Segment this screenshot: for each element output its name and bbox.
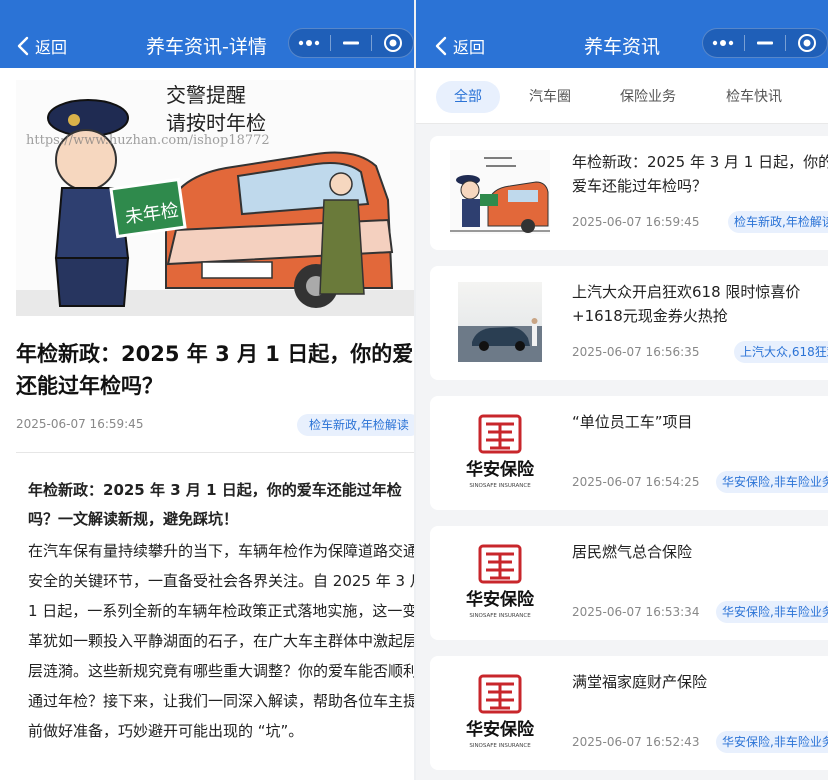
news-thumbnail: 华安保险 SINOSAFE INSURANCE — [450, 540, 550, 624]
news-title: 居民燃气总合保险 — [572, 543, 693, 561]
chevron-left-icon — [17, 36, 29, 56]
target-close-icon — [797, 34, 816, 52]
watermark-text: https://www.huzhan.com/ishop18772 — [26, 133, 270, 148]
article-body: 在汽车保有量持续攀升的当下，车辆年检作为保障道路交通安全的关键环节，一直备受社会… — [28, 542, 414, 740]
article-lead: 年检新政：2025 年 3 月 1 日起，你的爱车还能过年检吗？一文解读新规，避… — [28, 481, 402, 528]
close-miniprogram-button[interactable] — [372, 29, 413, 57]
article-date: 2025-06-07 16:59:45 — [16, 417, 144, 431]
minus-icon — [757, 41, 773, 45]
sinosafe-logo: 华安保险 SINOSAFE INSURANCE — [466, 674, 535, 749]
news-title: 年检新政：2025 年 3 月 1 日起，你的爱车还能过年检吗？ — [572, 153, 828, 195]
target-close-icon — [383, 34, 402, 52]
logo-cn: 华安保险 — [466, 459, 535, 480]
detail-navbar: 返回 养车资讯-详情 — [0, 0, 414, 68]
news-tags: 华安保险,非车险业务 — [716, 471, 828, 493]
chevron-left-icon — [435, 36, 447, 56]
news-item[interactable]: 上汽大众开启狂欢618 限时惊喜价+1618元现金券火热抢 2025-06-07… — [430, 266, 828, 380]
news-item[interactable]: 华安保险 SINOSAFE INSURANCE 满堂福家庭财产保险 2025-0… — [430, 656, 828, 770]
close-miniprogram-button[interactable] — [786, 29, 827, 57]
list-navbar: 返回 养车资讯 — [416, 0, 828, 68]
minimize-button[interactable] — [331, 29, 372, 57]
hero-caption-line2: 请按时年检 — [166, 111, 266, 135]
news-item[interactable]: 华安保险 SINOSAFE INSURANCE 居民燃气总合保险 2025-06… — [430, 526, 828, 640]
minimize-button[interactable] — [745, 29, 786, 57]
more-dots-icon — [713, 40, 734, 46]
news-item[interactable]: 华安保险 SINOSAFE INSURANCE “单位员工车”项目 2025-0… — [430, 396, 828, 510]
logo-cn: 华安保险 — [466, 719, 535, 740]
tab-inspection-news[interactable]: 检车快讯 — [726, 81, 782, 113]
sinosafe-logo: 华安保险 SINOSAFE INSURANCE — [466, 414, 535, 489]
news-date: 2025-06-07 16:52:43 — [572, 735, 700, 749]
news-title: 满堂福家庭财产保险 — [572, 673, 708, 691]
police-car-illustration: 未年检 交警提醒 请按时年检 — [16, 80, 414, 316]
news-thumbnail: 华安保险 SINOSAFE INSURANCE — [450, 670, 550, 754]
more-button[interactable] — [703, 29, 744, 57]
tab-car-circle[interactable]: 汽车圈 — [529, 81, 571, 113]
news-title: “单位员工车”项目 — [572, 413, 693, 431]
miniprogram-capsule — [288, 28, 414, 58]
detail-screen: 返回 养车资讯-详情 未年检 交警提醒 请按时年检 https://www.hu… — [0, 0, 414, 780]
article-tags[interactable]: 检车新政,年检解读 — [297, 414, 414, 436]
news-thumbnail — [450, 280, 550, 364]
logo-cn: 华安保险 — [466, 589, 535, 610]
logo-en: SINOSAFE INSURANCE — [469, 483, 531, 489]
page-title: 养车资讯-详情 — [146, 36, 267, 58]
article-content: 年检新政：2025 年 3 月 1 日起，你的爱车还能过年检吗？一文解读新规，避… — [28, 476, 414, 746]
sinosafe-logo: 华安保险 SINOSAFE INSURANCE — [466, 544, 535, 619]
back-button[interactable]: 返回 — [16, 34, 67, 58]
news-date: 2025-06-07 16:53:34 — [572, 605, 700, 619]
news-date: 2025-06-07 16:56:35 — [572, 345, 700, 359]
logo-en: SINOSAFE INSURANCE — [469, 613, 531, 619]
news-tags: 检车新政,年检解读 — [728, 211, 828, 233]
news-item[interactable]: 年检新政：2025 年 3 月 1 日起，你的爱车还能过年检吗？ 2025-06… — [430, 136, 828, 250]
category-tabs: 全部 汽车圈 保险业务 检车快讯 — [416, 68, 828, 124]
list-screen: 返回 养车资讯 全部 汽车圈 保险业务 检车快讯 年检新政：2025 年 3 月… — [416, 0, 828, 780]
news-tags: 上汽大众,618狂欢 — [734, 341, 828, 363]
tab-all[interactable]: 全部 — [436, 81, 500, 113]
more-button[interactable] — [289, 29, 330, 57]
news-tags: 华安保险,非车险业务 — [716, 601, 828, 623]
hero-caption-line1: 交警提醒 — [166, 83, 246, 107]
logo-en: SINOSAFE INSURANCE — [469, 743, 531, 749]
minus-icon — [343, 41, 359, 45]
article-title: 年检新政：2025 年 3 月 1 日起，你的爱车还能过年检吗？ — [16, 342, 414, 398]
more-dots-icon — [299, 40, 320, 46]
article-cover-image: 未年检 交警提醒 请按时年检 https://www.huzhan.com/is… — [16, 80, 414, 316]
news-title: 上汽大众开启狂欢618 限时惊喜价+1618元现金券火热抢 — [572, 283, 801, 325]
page-title: 养车资讯 — [584, 36, 661, 58]
back-button[interactable]: 返回 — [434, 34, 485, 58]
miniprogram-capsule — [702, 28, 828, 58]
news-thumbnail: 华安保险 SINOSAFE INSURANCE — [450, 410, 550, 494]
news-date: 2025-06-07 16:59:45 — [572, 215, 700, 229]
back-label: 返回 — [35, 38, 68, 57]
news-tags: 华安保险,非车险业务 — [716, 731, 828, 753]
news-date: 2025-06-07 16:54:25 — [572, 475, 700, 489]
back-label: 返回 — [453, 38, 486, 57]
news-thumbnail — [450, 150, 550, 234]
tab-insurance[interactable]: 保险业务 — [620, 81, 676, 113]
divider — [16, 452, 414, 453]
